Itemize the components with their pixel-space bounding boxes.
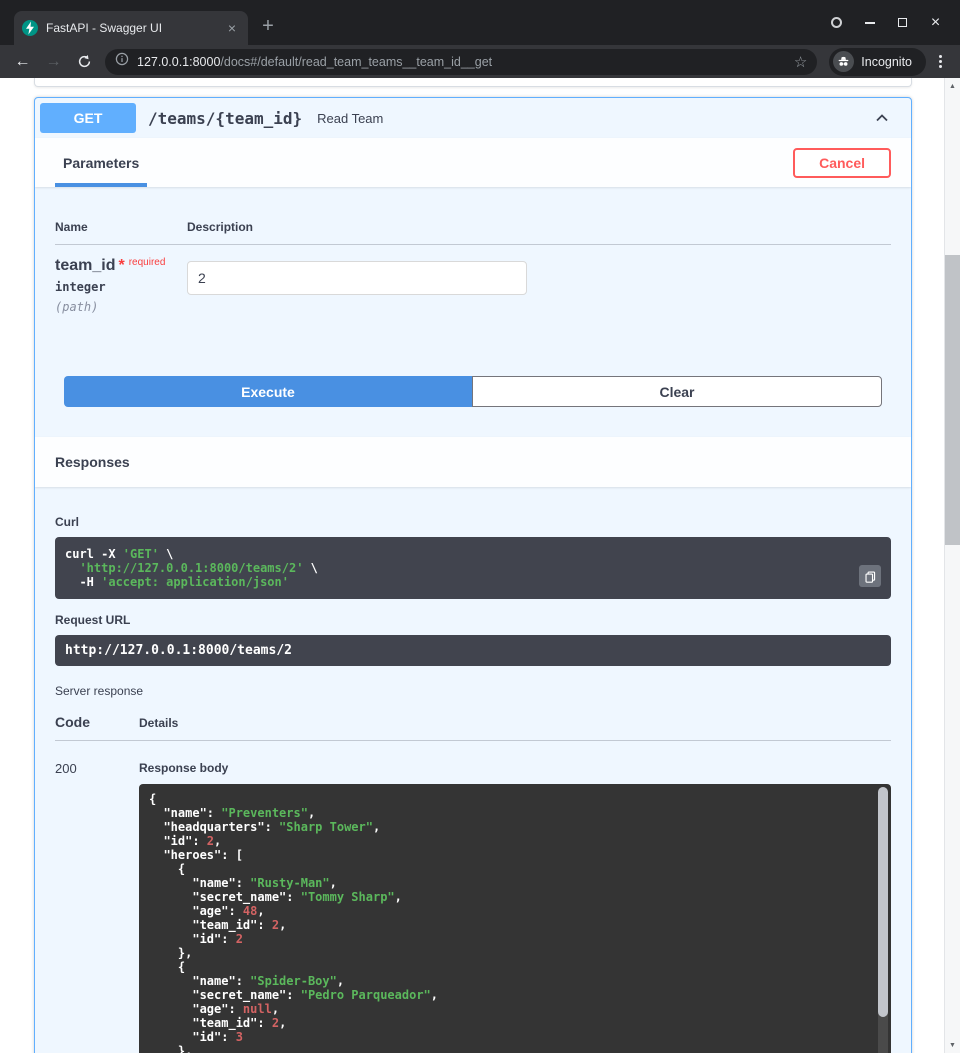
- opblock-summary[interactable]: GET /teams/{team_id} Read Team: [35, 98, 911, 138]
- scrollbar-up-arrow[interactable]: ▲: [945, 78, 960, 94]
- maximize-button[interactable]: [886, 0, 919, 45]
- tab-title: FastAPI - Swagger UI: [46, 21, 216, 35]
- previous-section-edge: [34, 78, 912, 87]
- browser-menu-icon[interactable]: [928, 60, 952, 63]
- page-info-icon[interactable]: [115, 52, 129, 71]
- url-text[interactable]: 127.0.0.1:8000/docs#/default/read_team_t…: [137, 55, 786, 69]
- incognito-label: Incognito: [861, 55, 912, 69]
- window-close-button[interactable]: ×: [919, 0, 952, 45]
- browser-tab[interactable]: FastAPI - Swagger UI ×: [14, 11, 248, 45]
- window-controls: ×: [820, 0, 960, 45]
- endpoint-summary: Read Team: [317, 111, 383, 126]
- tab-strip: FastAPI - Swagger UI × + ×: [0, 0, 960, 45]
- opblock-get-team: GET /teams/{team_id} Read Team Parameter…: [34, 97, 912, 1053]
- parameter-location: (path): [55, 300, 187, 314]
- parameter-type: integer: [55, 280, 187, 294]
- incognito-icon: [833, 51, 854, 72]
- name-column-header: Name: [55, 220, 187, 234]
- copy-to-clipboard-button[interactable]: [859, 565, 881, 587]
- responses-heading: Responses: [55, 454, 130, 470]
- execute-button[interactable]: Execute: [64, 376, 472, 407]
- response-body-scrollbar-thumb[interactable]: [878, 787, 888, 1017]
- server-response-label: Server response: [55, 684, 891, 698]
- forward-button[interactable]: →: [39, 48, 68, 76]
- response-row: 200 Response body { "name": "Preventers"…: [55, 741, 891, 1053]
- collapse-chevron-icon[interactable]: [872, 108, 906, 128]
- status-code: 200: [55, 755, 139, 1053]
- fastapi-favicon-icon: [22, 20, 38, 36]
- scrollbar-down-arrow[interactable]: ▼: [945, 1037, 960, 1053]
- responses-header: Responses: [35, 437, 911, 487]
- parameters-table-head: Name Description: [55, 205, 891, 245]
- page-scrollbar[interactable]: ▲ ▼: [944, 78, 960, 1053]
- response-body-scrollbar[interactable]: [878, 787, 888, 1053]
- curl-label: Curl: [55, 515, 891, 529]
- responses-section: Curl curl -X 'GET' \ 'http://127.0.0.1:8…: [35, 487, 911, 1053]
- response-body-json: { "name": "Preventers", "headquarters": …: [149, 792, 865, 1053]
- endpoint-path: /teams/{team_id}: [148, 109, 302, 128]
- incognito-badge: Incognito: [829, 48, 926, 76]
- execute-button-group: Execute Clear: [64, 376, 882, 407]
- browser-toolbar: ← → 127.0.0.1:8000/docs#/default/read_te…: [0, 45, 960, 78]
- response-body-label: Response body: [139, 761, 891, 775]
- response-body-block: { "name": "Preventers", "headquarters": …: [139, 784, 891, 1053]
- swagger-page: GET /teams/{team_id} Read Team Parameter…: [0, 78, 944, 1053]
- back-button[interactable]: ←: [8, 48, 37, 76]
- url-host: 127.0.0.1:8000: [137, 55, 220, 69]
- media-controls-icon[interactable]: [820, 0, 853, 45]
- curl-command-text: curl -X 'GET' \ 'http://127.0.0.1:8000/t…: [65, 547, 881, 589]
- method-badge: GET: [40, 103, 136, 133]
- clear-button[interactable]: Clear: [472, 376, 882, 407]
- required-label: required: [129, 257, 166, 268]
- page-scrollbar-thumb[interactable]: [945, 255, 960, 545]
- response-table-head: Code Details: [55, 698, 891, 741]
- parameters-header: Parameters Cancel: [35, 138, 911, 187]
- required-asterisk: *: [118, 257, 124, 274]
- parameter-row: team_id*required integer (path): [55, 245, 891, 314]
- cancel-button[interactable]: Cancel: [793, 148, 891, 178]
- url-path: /docs#/default/read_team_teams__team_id_…: [220, 55, 492, 69]
- bookmark-star-icon[interactable]: ☆: [794, 53, 807, 71]
- reload-button[interactable]: [70, 48, 99, 76]
- parameters-section: Name Description team_id*required intege…: [35, 187, 911, 437]
- curl-command-block: curl -X 'GET' \ 'http://127.0.0.1:8000/t…: [55, 537, 891, 599]
- team-id-input[interactable]: [187, 261, 527, 295]
- tab-parameters[interactable]: Parameters: [55, 155, 147, 171]
- parameter-name: team_id*required: [55, 257, 187, 275]
- code-column-header: Code: [55, 714, 139, 730]
- description-column-header: Description: [187, 220, 253, 234]
- minimize-button[interactable]: [853, 0, 886, 45]
- tab-close-icon[interactable]: ×: [224, 20, 240, 36]
- tab-parameters-label: Parameters: [63, 155, 139, 171]
- request-url-label: Request URL: [55, 613, 891, 627]
- url-bar[interactable]: 127.0.0.1:8000/docs#/default/read_team_t…: [105, 49, 817, 75]
- details-column-header: Details: [139, 716, 178, 730]
- new-tab-button[interactable]: +: [254, 13, 282, 41]
- request-url-block: http://127.0.0.1:8000/teams/2: [55, 635, 891, 666]
